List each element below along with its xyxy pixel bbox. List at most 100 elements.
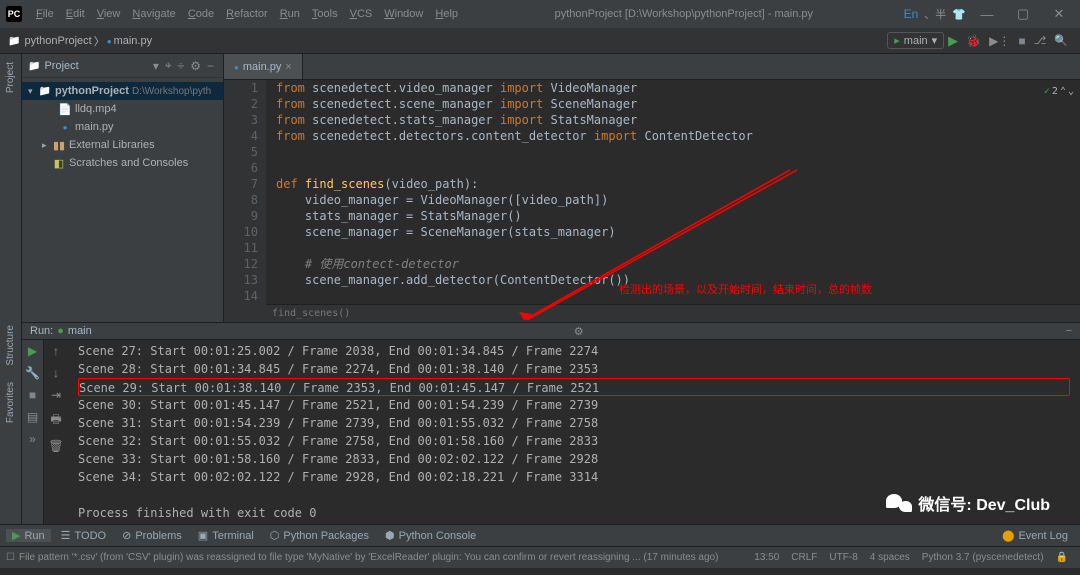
code-line[interactable] bbox=[276, 144, 1080, 160]
stop-button[interactable]: ■ bbox=[1014, 34, 1029, 48]
down-icon[interactable]: ↓ bbox=[53, 366, 59, 380]
run-tool-column-left: ▶ 🔧 ■ ▤ » bbox=[22, 340, 44, 524]
minimize-button[interactable]: — bbox=[972, 7, 1002, 22]
file-encoding[interactable]: UTF-8 bbox=[823, 552, 863, 563]
menu-run[interactable]: Run bbox=[274, 8, 306, 20]
status-message[interactable]: File pattern '*.csv' (from 'CSV' plugin)… bbox=[19, 552, 748, 563]
trash-icon[interactable]: 🗑 bbox=[48, 439, 63, 453]
title-bar: PC FileEditViewNavigateCodeRefactorRunTo… bbox=[0, 0, 1080, 28]
inspection-indicator[interactable]: ✓2⌃⌄ bbox=[1044, 84, 1074, 100]
menu-code[interactable]: Code bbox=[182, 8, 220, 20]
side-tab-structure[interactable]: Structure bbox=[5, 322, 16, 369]
code-line[interactable]: scene_manager = SceneManager(stats_manag… bbox=[276, 224, 1080, 240]
menu-tools[interactable]: Tools bbox=[306, 8, 344, 20]
breadcrumb-file[interactable]: main.py bbox=[114, 35, 153, 47]
indent-setting[interactable]: 4 spaces bbox=[864, 552, 916, 563]
soft-wrap-button[interactable]: ⇥ bbox=[51, 388, 61, 402]
menu-vcs[interactable]: VCS bbox=[344, 8, 379, 20]
run-with-coverage-button[interactable]: ▶⋮ bbox=[985, 34, 1014, 48]
code-line[interactable]: video_manager = VideoManager([video_path… bbox=[276, 192, 1080, 208]
git-icon[interactable]: ⎇ bbox=[1030, 34, 1051, 47]
console-line: Scene 33: Start 00:01:58.160 / Frame 283… bbox=[78, 450, 1070, 468]
py-icon bbox=[107, 35, 112, 47]
console-line: Scene 31: Start 00:01:54.239 / Frame 273… bbox=[78, 414, 1070, 432]
tshirt-icon[interactable]: 👕 bbox=[952, 8, 966, 21]
settings-icon[interactable]: ⚙ bbox=[574, 325, 584, 338]
hide-panel-button[interactable]: − bbox=[1066, 325, 1072, 337]
maximize-button[interactable]: ▢ bbox=[1008, 6, 1038, 22]
chevron-down-icon[interactable]: ▾ bbox=[150, 59, 162, 73]
editor-panel: main.py × 1234567891011121314 from scene… bbox=[224, 54, 1080, 322]
ide-icon: PC bbox=[6, 6, 22, 22]
menu-help[interactable]: Help bbox=[429, 8, 464, 20]
more-icon[interactable]: » bbox=[29, 432, 36, 446]
settings-icon[interactable]: ⚙ bbox=[187, 59, 204, 73]
menu-file[interactable]: File bbox=[30, 8, 60, 20]
menu-navigate[interactable]: Navigate bbox=[126, 8, 181, 20]
tab-python-console[interactable]: ⬢Python Console bbox=[379, 529, 482, 542]
tree-file[interactable]: main.py bbox=[22, 118, 223, 136]
window-title: pythonProject [D:\Workshop\pythonProject… bbox=[464, 8, 904, 20]
stop-button[interactable]: ■ bbox=[29, 388, 36, 402]
rerun-button[interactable]: ▶ bbox=[28, 344, 37, 358]
search-everywhere-button[interactable]: 🔍 bbox=[1050, 34, 1072, 47]
lang-indicator[interactable]: En bbox=[904, 7, 919, 21]
editor-body[interactable]: 1234567891011121314 from scenedetect.vid… bbox=[224, 80, 1080, 322]
close-tab-icon[interactable]: × bbox=[285, 61, 291, 73]
menu-view[interactable]: View bbox=[91, 8, 127, 20]
console-output[interactable]: Scene 27: Start 00:01:25.002 / Frame 203… bbox=[68, 340, 1080, 524]
tab-todo[interactable]: ☰TODO bbox=[55, 529, 112, 542]
code-line[interactable]: from scenedetect.scene_manager import Sc… bbox=[276, 96, 1080, 112]
up-icon[interactable]: ↑ bbox=[53, 344, 59, 358]
editor-tab[interactable]: main.py × bbox=[224, 54, 303, 79]
project-panel-title[interactable]: Project bbox=[44, 60, 149, 72]
debug-button[interactable]: 🐞 bbox=[962, 34, 985, 48]
run-tool-column-right: ↑ ↓ ⇥ 🖶 🗑 bbox=[44, 340, 68, 524]
select-opened-file-button[interactable]: ⌖ bbox=[162, 58, 175, 73]
code-line[interactable]: stats_manager = StatsManager() bbox=[276, 208, 1080, 224]
breadcrumb-project[interactable]: pythonProject bbox=[24, 35, 91, 47]
wrench-icon[interactable]: 🔧 bbox=[25, 366, 40, 380]
run-button[interactable]: ▶ bbox=[944, 33, 962, 49]
menu-edit[interactable]: Edit bbox=[60, 8, 91, 20]
code-line[interactable]: from scenedetect.video_manager import Vi… bbox=[276, 80, 1080, 96]
side-tab-project[interactable]: Project bbox=[5, 59, 16, 96]
libs-icon: ▮▮ bbox=[52, 139, 66, 152]
run-panel: Run: ● main ⚙ − ▶ 🔧 ■ ▤ » ↑ ↓ ⇥ 🖶 🗑 Scen… bbox=[22, 322, 1080, 524]
tree-root[interactable]: ▾ pythonProject D:\Workshop\pyth bbox=[22, 82, 223, 100]
run-status-icon: ● bbox=[57, 325, 64, 337]
side-tab-favorites[interactable]: Favorites bbox=[5, 379, 16, 426]
project-tree: ▾ pythonProject D:\Workshop\pyth 📄 lldq.… bbox=[22, 78, 223, 176]
run-config-selector[interactable]: ▸ main ▾ bbox=[887, 32, 944, 49]
menu-refactor[interactable]: Refactor bbox=[220, 8, 274, 20]
hide-panel-button[interactable]: − bbox=[204, 59, 217, 73]
code-line[interactable]: from scenedetect.stats_manager import St… bbox=[276, 112, 1080, 128]
layout-icon[interactable]: ▤ bbox=[27, 410, 38, 424]
python-interpreter[interactable]: Python 3.7 (pyscenedetect) bbox=[916, 552, 1050, 563]
tree-file[interactable]: 📄 lldq.mp4 bbox=[22, 100, 223, 118]
console-line: Process finished with exit code 0 bbox=[78, 504, 1070, 522]
code-line[interactable] bbox=[276, 240, 1080, 256]
lock-icon[interactable]: 🔒 bbox=[1050, 552, 1074, 563]
project-panel-header: Project ▾ ⌖ ÷ ⚙ − bbox=[22, 54, 223, 78]
tab-problems[interactable]: ⊘Problems bbox=[116, 529, 188, 542]
editor-breadcrumb[interactable]: find_scenes() bbox=[266, 304, 1080, 322]
close-button[interactable]: ✕ bbox=[1044, 6, 1074, 22]
line-separator[interactable]: CRLF bbox=[785, 552, 823, 563]
console-line: Scene 34: Start 00:02:02.122 / Frame 292… bbox=[78, 468, 1070, 486]
tab-event-log[interactable]: ⬤Event Log bbox=[996, 529, 1074, 542]
menu-window[interactable]: Window bbox=[378, 8, 429, 20]
code-line[interactable]: from scenedetect.detectors.content_detec… bbox=[276, 128, 1080, 144]
tree-external-libs[interactable]: ▸ ▮▮ External Libraries bbox=[22, 136, 223, 154]
code-line[interactable]: # 使用contect-detector bbox=[276, 256, 1080, 272]
tree-scratches[interactable]: ◧ Scratches and Consoles bbox=[22, 154, 223, 172]
collapse-all-button[interactable]: ÷ bbox=[175, 59, 188, 73]
code-line[interactable]: def find_scenes(video_path): bbox=[276, 176, 1080, 192]
tree-label: Scratches and Consoles bbox=[69, 157, 188, 169]
print-button[interactable]: 🖶 bbox=[50, 410, 61, 431]
caret-position[interactable]: 13:50 bbox=[748, 552, 785, 563]
code-line[interactable] bbox=[276, 160, 1080, 176]
tab-python-packages[interactable]: ⬡Python Packages bbox=[264, 529, 375, 542]
tab-run[interactable]: ▶Run bbox=[6, 529, 51, 542]
tab-terminal[interactable]: ▣Terminal bbox=[192, 529, 260, 542]
